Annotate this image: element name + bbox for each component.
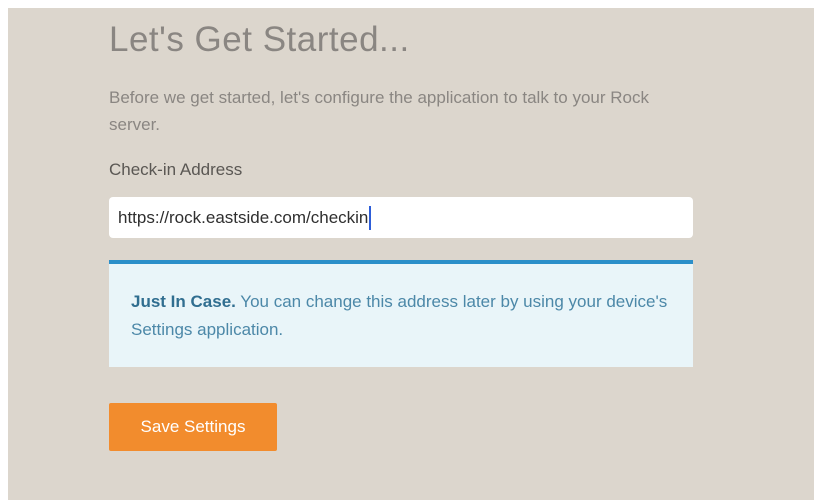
info-callout-text: Just In Case. You can change this addres… <box>131 288 671 344</box>
save-settings-button[interactable]: Save Settings <box>109 403 277 451</box>
check-in-address-input[interactable] <box>109 197 693 238</box>
page-title: Let's Get Started... <box>109 20 410 59</box>
intro-text: Before we get started, let's configure t… <box>109 88 649 134</box>
app-screen: Let's Get Started... Before we get start… <box>8 8 814 500</box>
info-callout: Just In Case. You can change this addres… <box>109 260 693 367</box>
check-in-address-label: Check-in Address <box>109 160 243 179</box>
info-callout-heading: Just In Case. <box>131 292 236 311</box>
